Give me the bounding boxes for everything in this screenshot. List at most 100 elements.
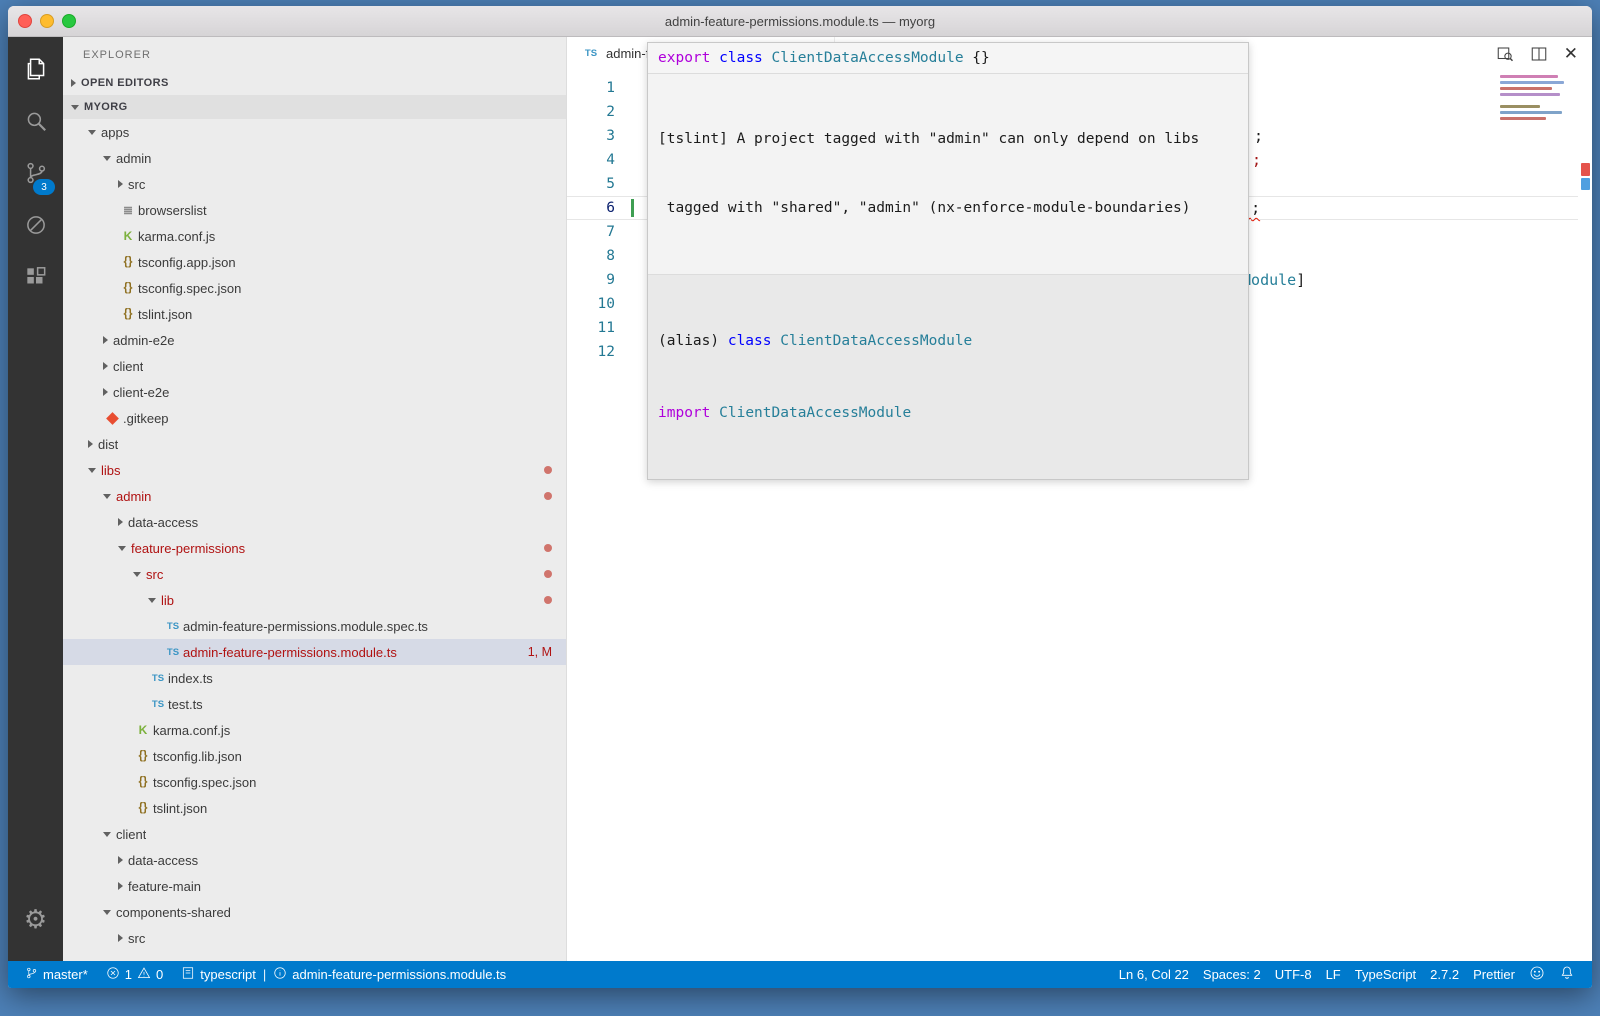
tree-folder-client-e2e[interactable]: client-e2e (63, 379, 566, 405)
tree-file-browserslist[interactable]: ≣browserslist (63, 197, 566, 223)
minimap-line (1500, 117, 1546, 120)
section-open-editors[interactable]: OPEN EDITORS (63, 71, 566, 95)
hover-widget: export class ClientDataAccessModule {} [… (647, 42, 1249, 480)
tree-folder-client[interactable]: client (63, 353, 566, 379)
minimap[interactable] (1500, 75, 1570, 123)
json-file-icon: {} (133, 802, 153, 814)
tree-file-.gitkeep[interactable]: .gitkeep (63, 405, 566, 431)
book-icon (181, 966, 195, 983)
activity-bar: 3 ⚙ (8, 37, 63, 961)
tree-item-label: admin-e2e (113, 333, 174, 348)
activity-debug[interactable] (8, 201, 63, 253)
tree-item-label: client (116, 827, 146, 842)
tree-file-tsconfig.spec.json[interactable]: {}tsconfig.spec.json (63, 769, 566, 795)
activity-explorer[interactable] (8, 45, 63, 97)
tree-item-label: browserslist (138, 203, 207, 218)
problems-indicator[interactable]: 1 0 (99, 961, 170, 988)
status-eol[interactable]: LF (1319, 961, 1348, 988)
error-marker (1581, 163, 1590, 176)
tree-item-label: karma.conf.js (138, 229, 215, 244)
split-editor-icon[interactable] (1530, 45, 1548, 63)
tree-folder-feature-permissions[interactable]: feature-permissions (63, 535, 566, 561)
settings-button[interactable]: ⚙ (8, 893, 63, 945)
tree-folder-src[interactable]: src (63, 171, 566, 197)
files-icon (23, 56, 49, 87)
tree-folder-client[interactable]: client (63, 821, 566, 847)
json-file-icon: {} (133, 776, 153, 788)
close-editor-icon[interactable]: ✕ (1564, 45, 1578, 62)
tree-folder-apps[interactable]: apps (63, 119, 566, 145)
tree-folder-admin-e2e[interactable]: admin-e2e (63, 327, 566, 353)
chevron-down-icon (133, 572, 141, 577)
activity-search[interactable] (8, 97, 63, 149)
tree-file-tslint.json[interactable]: {}tslint.json (63, 301, 566, 327)
tree-file-test.ts[interactable]: TStest.ts (63, 691, 566, 717)
tree-folder-lib[interactable]: lib (63, 587, 566, 613)
code-token: ClientDataAccessModule (772, 50, 964, 66)
code-token (763, 50, 772, 66)
code-token (772, 333, 781, 349)
tree-item-label: data-access (128, 853, 198, 868)
code-token: ] (1296, 271, 1305, 289)
overview-ruler[interactable] (1578, 37, 1592, 961)
section-label: MYORG (84, 101, 128, 113)
modified-dot-indicator (544, 544, 552, 552)
tree-file-admin-feature-permissions.module.ts[interactable]: TSadmin-feature-permissions.module.ts1, … (63, 639, 566, 665)
problems-modified-badge: 1, M (528, 645, 552, 659)
tree-folder-feature-main[interactable]: feature-main (63, 873, 566, 899)
tree-file-karma.conf.js[interactable]: Kkarma.conf.js (63, 717, 566, 743)
separator: | (261, 967, 268, 982)
chevron-right-icon (118, 518, 123, 526)
tree-file-tsconfig.lib.json[interactable]: {}tsconfig.lib.json (63, 743, 566, 769)
activity-source-control[interactable]: 3 (8, 149, 63, 201)
tree-folder-libs[interactable]: libs (63, 457, 566, 483)
tree-folder-admin[interactable]: admin (63, 145, 566, 171)
line-number: 9 (567, 268, 615, 292)
tree-folder-components-shared[interactable]: components-shared (63, 899, 566, 925)
chevron-down-icon (103, 494, 111, 499)
status-indentation[interactable]: Spaces: 2 (1196, 961, 1268, 988)
open-preview-icon[interactable] (1496, 45, 1514, 63)
tree-file-tsconfig.app.json[interactable]: {}tsconfig.app.json (63, 249, 566, 275)
hover-alias-block: (alias) class ClientDataAccessModule imp… (648, 275, 1248, 479)
tree-folder-src[interactable]: src (63, 561, 566, 587)
branch-indicator[interactable]: master* (18, 961, 95, 988)
tree-item-label: feature-permissions (131, 541, 245, 556)
status-ts-version[interactable]: 2.7.2 (1423, 961, 1466, 988)
zoom-window-button[interactable] (62, 14, 76, 28)
feedback-smiley-button[interactable] (1522, 961, 1552, 988)
linter-indicator[interactable]: typescript | admin-feature-permissions.m… (174, 961, 513, 988)
section-myorg[interactable]: MYORG (63, 95, 566, 119)
tree-item-label: src (146, 567, 163, 582)
status-file-name: admin-feature-permissions.module.ts (292, 967, 506, 982)
code-token: (alias) (658, 333, 728, 349)
code-token: export (658, 50, 710, 66)
status-prettier[interactable]: Prettier (1466, 961, 1522, 988)
vscode-window: admin-feature-permissions.module.ts — my… (8, 6, 1592, 988)
tree-folder-admin[interactable]: admin (63, 483, 566, 509)
tree-file-index.ts[interactable]: TSindex.ts (63, 665, 566, 691)
tree-file-admin-feature-permissions.module.spec.ts[interactable]: TSadmin-feature-permissions.module.spec.… (63, 613, 566, 639)
editor-actions: ✕ (1496, 37, 1578, 70)
status-encoding[interactable]: UTF-8 (1268, 961, 1319, 988)
status-cursor-position[interactable]: Ln 6, Col 22 (1112, 961, 1196, 988)
linter-label: typescript (200, 967, 256, 982)
tree-file-tsconfig.spec.json[interactable]: {}tsconfig.spec.json (63, 275, 566, 301)
notifications-button[interactable] (1552, 961, 1582, 988)
minimize-window-button[interactable] (40, 14, 54, 28)
typescript-file-icon: TS (163, 621, 183, 632)
tree-folder-dist[interactable]: dist (63, 431, 566, 457)
tree-file-tslint.json[interactable]: {}tslint.json (63, 795, 566, 821)
tree-item-label: tslint.json (138, 307, 192, 322)
tree-folder-src[interactable]: src (63, 925, 566, 951)
tree-folder-data-access[interactable]: data-access (63, 847, 566, 873)
tree-folder-data-access[interactable]: data-access (63, 509, 566, 535)
close-window-button[interactable] (18, 14, 32, 28)
tree-file-karma.conf.js[interactable]: Kkarma.conf.js (63, 223, 566, 249)
tree-item-label: client-e2e (113, 385, 169, 400)
activity-extensions[interactable] (8, 253, 63, 305)
json-file-icon: {} (118, 282, 138, 294)
minimap-line (1500, 105, 1540, 108)
debug-icon (23, 212, 49, 243)
status-language-mode[interactable]: TypeScript (1348, 961, 1423, 988)
